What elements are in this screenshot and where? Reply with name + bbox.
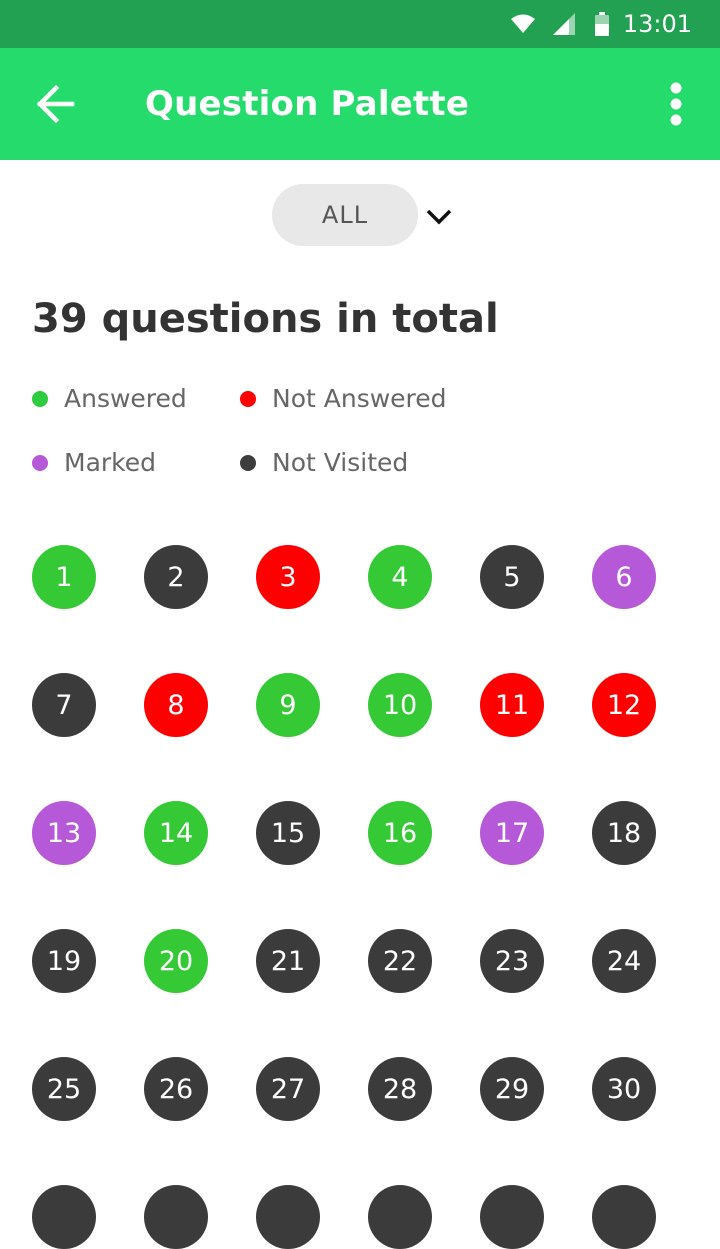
back-button[interactable] [30,78,82,130]
question-button[interactable]: 15 [256,801,320,865]
page-title: Question Palette [145,84,470,124]
question-button[interactable]: 5 [480,545,544,609]
question-button[interactable]: 28 [368,1057,432,1121]
filter-label: ALL [321,201,369,229]
cellular-signal-icon [552,13,575,35]
battery-icon [594,12,609,36]
question-button[interactable]: 25 [32,1057,96,1121]
legend-not-answered-label: Not Answered [272,384,447,413]
legend-not-visited: Not Visited [240,448,408,477]
question-button[interactable]: 26 [144,1057,208,1121]
legend-answered-label: Answered [64,384,187,413]
more-vert-icon [670,82,682,126]
app-bar: Question Palette [0,48,720,160]
question-button[interactable]: 30 [592,1057,656,1121]
question-button[interactable]: 3 [256,545,320,609]
legend-marked-label: Marked [64,448,157,477]
question-button[interactable] [480,1185,544,1249]
chevron-down-icon [426,209,452,225]
question-button[interactable]: 10 [368,673,432,737]
question-button[interactable]: 14 [144,801,208,865]
legend-not-answered: Not Answered [240,384,447,413]
legend-not-visited-dot [240,454,256,471]
legend-answered: Answered [32,384,187,413]
question-button[interactable]: 21 [256,929,320,993]
legend-marked: Marked [32,448,156,477]
question-button[interactable]: 23 [480,929,544,993]
status-time: 13:01 [622,10,692,38]
question-button[interactable]: 13 [32,801,96,865]
question-button[interactable]: 22 [368,929,432,993]
questions-total: 39 questions in total [32,296,499,342]
question-button[interactable]: 20 [144,929,208,993]
legend-marked-dot [32,454,48,471]
status-icons: 13:01 [510,0,692,48]
question-button[interactable]: 19 [32,929,96,993]
question-button[interactable] [256,1185,320,1249]
question-button[interactable]: 18 [592,801,656,865]
question-button[interactable]: 27 [256,1057,320,1121]
legend-not-answered-dot [240,390,256,407]
question-button[interactable] [144,1185,208,1249]
question-button[interactable]: 16 [368,801,432,865]
question-button[interactable]: 11 [480,673,544,737]
question-button[interactable]: 4 [368,545,432,609]
status-bar: 13:01 [0,0,720,48]
question-button[interactable]: 29 [480,1057,544,1121]
question-button[interactable] [592,1185,656,1249]
arrow-back-icon [36,84,75,124]
legend-answered-dot [32,390,48,407]
question-button[interactable]: 17 [480,801,544,865]
wifi-icon [510,14,535,33]
overflow-menu-button[interactable] [658,78,694,130]
question-button[interactable]: 12 [592,673,656,737]
question-button[interactable]: 7 [32,673,96,737]
question-button[interactable]: 9 [256,673,320,737]
question-button[interactable]: 8 [144,673,208,737]
question-button[interactable] [32,1185,96,1249]
question-button[interactable]: 6 [592,545,656,609]
question-button[interactable]: 2 [144,545,208,609]
question-button[interactable] [368,1185,432,1249]
question-button[interactable]: 1 [32,545,96,609]
filter-dropdown[interactable]: ALL [272,184,418,246]
legend-not-visited-label: Not Visited [272,448,409,477]
filter-chevron[interactable] [424,204,454,230]
question-button[interactable]: 24 [592,929,656,993]
